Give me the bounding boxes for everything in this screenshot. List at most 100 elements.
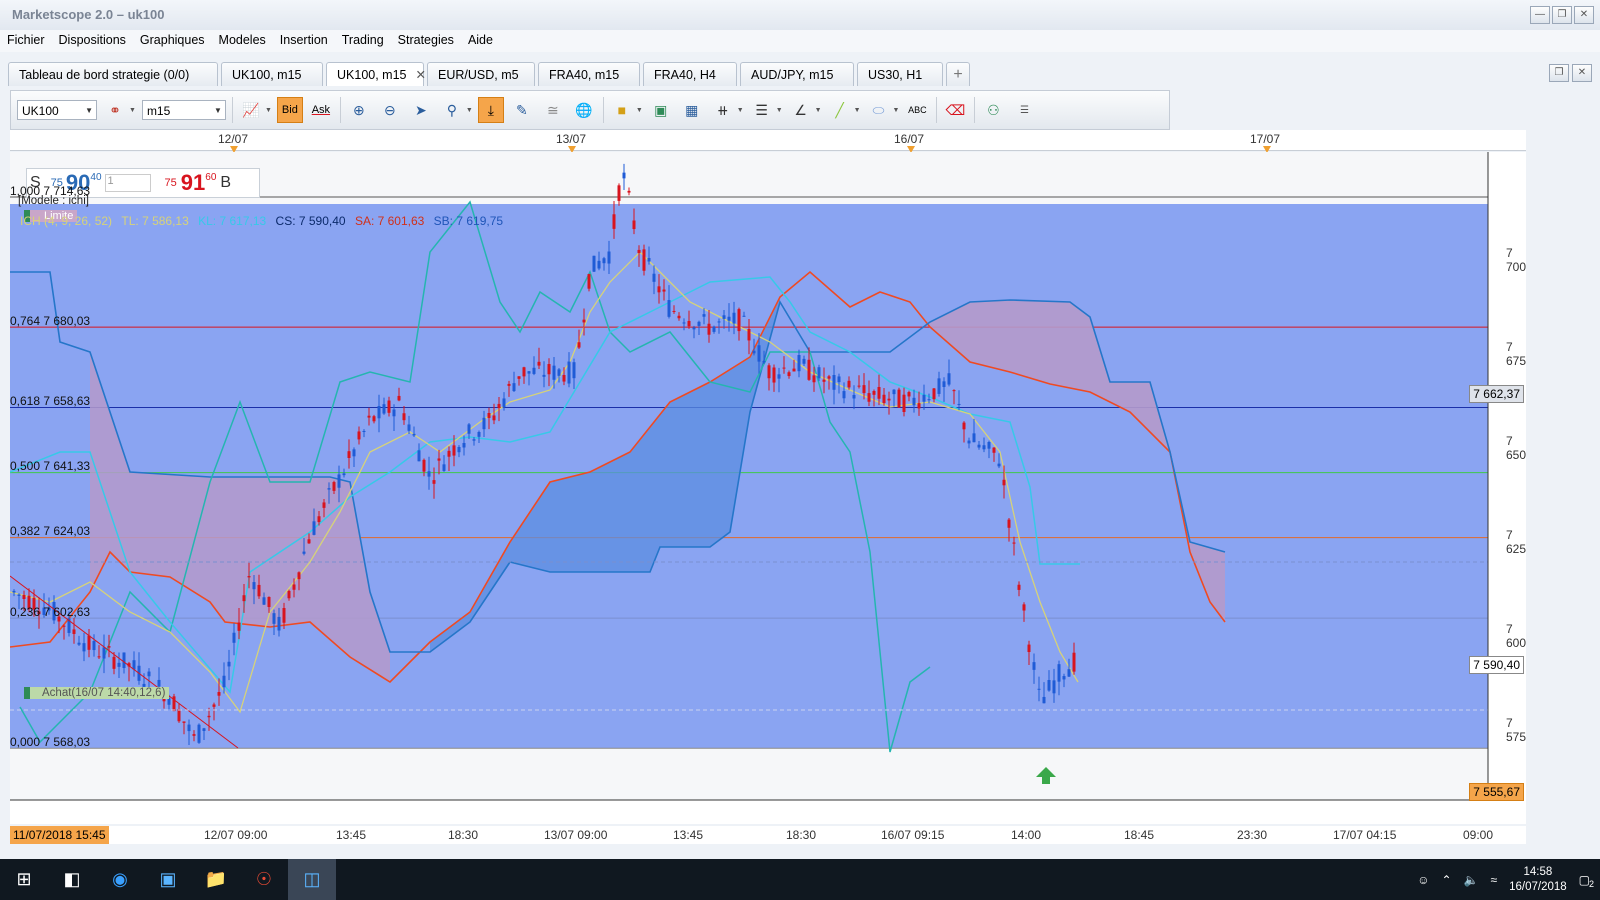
tab-fra40-m15[interactable]: FRA40, m15 [538, 62, 640, 86]
candle-body [217, 692, 221, 696]
tab-uk100-m15-active[interactable]: UK100, m15 ✕ [326, 62, 426, 86]
candle-body [262, 597, 266, 605]
menu-modeles[interactable]: Modeles [212, 30, 273, 52]
clock[interactable]: 14:58 16/07/2018 [1509, 865, 1567, 895]
amount-input[interactable]: 1 [104, 174, 151, 192]
candle-body [782, 367, 786, 369]
candle-body [772, 367, 776, 383]
pane-restore-button[interactable]: ❐ [1549, 64, 1569, 82]
fib-label-0618: 0,618 7 658,63 [10, 394, 91, 408]
fan-tool-icon[interactable]: ∠ [788, 97, 814, 123]
candle-body [582, 319, 586, 323]
menu-fichier[interactable]: Fichier [0, 30, 52, 52]
tab-uk100-m15[interactable]: UK100, m15 [221, 62, 323, 86]
bid-label: Bid [281, 104, 298, 116]
tab-audjpy-m15[interactable]: AUD/JPY, m15 [740, 62, 854, 86]
timeframe-select[interactable]: m15 ▼ [141, 100, 226, 120]
crosshair-icon[interactable]: ⤓ [477, 97, 504, 123]
eraser-icon[interactable]: ⌫ [942, 97, 968, 123]
indicator-icon[interactable]: ✎ [509, 97, 535, 123]
menu-trading[interactable]: Trading [335, 30, 391, 52]
menu-strategies[interactable]: Strategies [391, 30, 461, 52]
globe-icon[interactable]: 🌐 [571, 97, 597, 123]
text-tool-icon[interactable]: ABC [904, 97, 930, 123]
maximize-button[interactable]: ❐ [1552, 6, 1572, 24]
notifications-icon[interactable]: ▢ 2 [1579, 873, 1594, 889]
add-tab-button[interactable]: + [946, 62, 970, 86]
close-button[interactable]: ✕ [1574, 6, 1594, 24]
candle-body [622, 172, 626, 179]
ich-sb: SB: 7 619,75 [433, 214, 504, 228]
price-chart[interactable]: S 75 90 40 1 75 91 60 B 1,000 7 714,63 [… [10, 152, 1526, 824]
time-axis: 11/07/2018 15:45 12/07 09:00 13:45 18:30… [10, 826, 1526, 844]
image-icon[interactable]: ▣ [648, 97, 674, 123]
hierarchy-icon[interactable]: ⚇ [980, 97, 1006, 123]
fib-label-0500: 0,500 7 641,33 [10, 459, 91, 473]
buy-price-big[interactable]: 91 [181, 170, 205, 196]
tab-us30-h1[interactable]: US30, H1 [857, 62, 943, 86]
calendar-icon[interactable]: ▦ [679, 97, 705, 123]
instrument-select[interactable]: UK100 ▼ [17, 100, 97, 120]
candle-body [187, 724, 191, 732]
menu-dispositions[interactable]: Dispositions [52, 30, 133, 52]
menu-aide[interactable]: Aide [461, 30, 500, 52]
pointer-icon[interactable]: ➤ [408, 97, 434, 123]
zoom-in-icon[interactable]: ⊕ [346, 97, 372, 123]
zoom-out-icon[interactable]: ⊖ [377, 97, 403, 123]
windows-start-icon[interactable]: ⊞ [0, 859, 48, 900]
candle-body [312, 521, 316, 535]
volume-icon[interactable]: 🔈 [1464, 873, 1479, 887]
sell-sup: 40 [90, 172, 102, 183]
chevron-up-icon[interactable]: ⌃ [1441, 873, 1451, 887]
control-panel-icon[interactable]: ▣ [144, 859, 192, 900]
chrome-icon[interactable]: ☉ [240, 859, 288, 900]
people-icon[interactable]: ☺ [1417, 873, 1429, 887]
date-label: 16/07 [894, 132, 925, 146]
chart-canvas[interactable] [10, 152, 1526, 824]
minimize-button[interactable]: — [1530, 6, 1550, 24]
marketscope-taskbar-icon[interactable]: ◫ [288, 859, 336, 900]
close-tab-icon[interactable]: ✕ [415, 68, 425, 82]
no-link-icon[interactable]: ⚭ [102, 97, 128, 123]
tab-fra40-h4[interactable]: FRA40, H4 [643, 62, 737, 86]
date-label: 17/07 [1250, 132, 1281, 146]
candle-body [232, 632, 236, 643]
model-label: [Modele : ichi] [18, 195, 89, 207]
tab-dashboard[interactable]: Tableau de bord strategie (0/0) [8, 62, 218, 86]
app-icon[interactable]: ◉ [96, 859, 144, 900]
buy-order-label[interactable]: Achat(16/07 14:40,12,6) [24, 687, 170, 699]
ellipse-icon[interactable]: ⬭ [866, 97, 892, 123]
candle-body [417, 450, 421, 462]
candle-body [897, 389, 901, 408]
candle-body [727, 316, 731, 321]
file-explorer-icon[interactable]: 📁 [192, 859, 240, 900]
pane-close-button[interactable]: ✕ [1572, 64, 1592, 82]
ask-button[interactable]: Ask [308, 97, 334, 123]
bid-button[interactable]: Bid [276, 97, 303, 123]
menu-insertion[interactable]: Insertion [273, 30, 335, 52]
time-label: 13:45 [673, 828, 704, 842]
candle-body [722, 315, 726, 319]
candle-body [787, 372, 791, 377]
ruler-icon[interactable]: ■ [609, 97, 635, 123]
task-view-icon[interactable]: ◧ [48, 859, 96, 900]
horizontal-lines-icon[interactable]: ☰ [749, 97, 775, 123]
candle-body [767, 365, 771, 379]
tab-eurusd-m5[interactable]: EUR/USD, m5 [427, 62, 535, 86]
menu-bar: Fichier Dispositions Graphiques Modeles … [0, 30, 1600, 52]
candle-body [527, 371, 531, 374]
network-icon[interactable]: ≈ [1491, 873, 1498, 887]
candle-body [1052, 680, 1056, 694]
candle-body [832, 375, 836, 390]
strategy-icon[interactable]: ≅ [540, 97, 566, 123]
candle-body [237, 622, 241, 631]
candle-body [292, 584, 296, 590]
menu-graphiques[interactable]: Graphiques [133, 30, 212, 52]
chart-type-icon[interactable]: 📈 [238, 97, 264, 123]
trendline-icon[interactable]: ╱ [827, 97, 853, 123]
time-label: 09:00 [1463, 828, 1494, 842]
zoom-area-icon[interactable]: ⚲ [439, 97, 465, 123]
candle-body [602, 258, 606, 264]
lines-tool-icon[interactable]: ⧺ [710, 97, 736, 123]
toolbar-options-icon[interactable]: ☰ [1011, 97, 1037, 123]
